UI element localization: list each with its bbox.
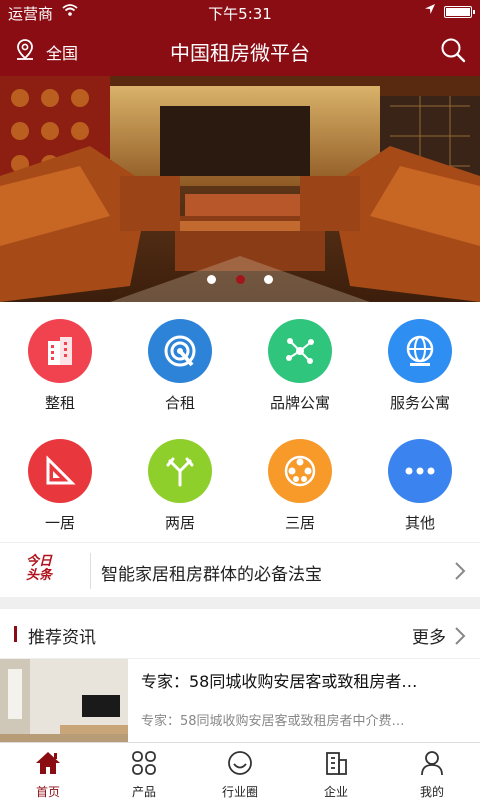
tab-company[interactable]: 企业 bbox=[288, 743, 384, 800]
tab-label: 我的 bbox=[419, 785, 444, 799]
tab-label: 首页 bbox=[35, 785, 60, 799]
carousel-dot-active[interactable] bbox=[235, 275, 245, 284]
smile-icon bbox=[228, 751, 252, 775]
headline-bar[interactable]: 今日 头条 智能家居租房群体的必备法宝 bbox=[0, 542, 480, 597]
category-label: 服务公寓 bbox=[389, 394, 450, 412]
carousel-dot[interactable] bbox=[207, 275, 217, 284]
clock: 下午5:31 bbox=[208, 5, 272, 23]
film-icon bbox=[268, 439, 332, 503]
battery-icon bbox=[444, 6, 475, 18]
category-label: 品牌公寓 bbox=[269, 394, 330, 412]
tab-label: 行业圈 bbox=[221, 785, 258, 799]
category-label: 整租 bbox=[44, 394, 75, 412]
search-icon[interactable] bbox=[440, 37, 466, 63]
page-title: 中国租房微平台 bbox=[170, 41, 310, 65]
category-grid: 整租 合租 品牌公寓 服务公寓 一居 两居 三居 其他 bbox=[0, 302, 480, 542]
section-accent-bar bbox=[14, 626, 17, 642]
tab-bar: 首页 产品 行业圈 企业 我的 bbox=[0, 742, 480, 800]
signal-icon bbox=[148, 319, 212, 383]
tab-mine[interactable]: 我的 bbox=[384, 743, 480, 800]
carousel-dots bbox=[0, 269, 480, 288]
tab-home[interactable]: 首页 bbox=[0, 743, 96, 800]
banner-carousel[interactable] bbox=[0, 76, 480, 302]
chevron-right-icon[interactable] bbox=[454, 626, 466, 650]
recommended-news-header: 推荐资讯 更多 bbox=[0, 609, 480, 659]
category-shared-rent[interactable]: 合租 bbox=[120, 302, 240, 422]
more-icon bbox=[388, 439, 452, 503]
chevron-right-icon bbox=[454, 561, 466, 585]
news-thumbnail bbox=[0, 659, 128, 742]
category-other[interactable]: 其他 bbox=[360, 422, 480, 542]
category-whole-rent[interactable]: 整租 bbox=[0, 302, 120, 422]
category-serviced-apartment[interactable]: 服务公寓 bbox=[360, 302, 480, 422]
category-label: 两居 bbox=[164, 514, 195, 532]
home-icon bbox=[36, 752, 60, 774]
category-three-bedroom[interactable]: 三居 bbox=[240, 422, 360, 542]
category-label: 其他 bbox=[404, 514, 435, 532]
company-icon bbox=[326, 752, 347, 775]
globe-icon bbox=[388, 319, 452, 383]
building-icon bbox=[28, 319, 92, 383]
news-item[interactable]: 专家：58同城收购安居客或致租房者… 专家：58同城收购安居客或致租房者中介费… bbox=[0, 659, 480, 742]
grid-icon bbox=[132, 751, 156, 775]
category-label: 一居 bbox=[44, 514, 75, 532]
tab-label: 企业 bbox=[323, 785, 348, 799]
category-one-bedroom[interactable]: 一居 bbox=[0, 422, 120, 542]
news-summary: 专家：58同城收购安居客或致租房者中介费… bbox=[141, 714, 405, 729]
user-icon bbox=[421, 751, 443, 776]
status-bar: 运营商 下午5:31 bbox=[0, 0, 480, 24]
divider bbox=[90, 553, 91, 589]
news-title[interactable]: 专家：58同城收购安居客或致租房者… bbox=[141, 668, 467, 692]
tab-label: 产品 bbox=[131, 785, 156, 799]
tab-products[interactable]: 产品 bbox=[96, 743, 192, 800]
network-icon bbox=[268, 319, 332, 383]
toutiao-logo: 今日 头条 bbox=[26, 554, 53, 583]
carousel-dot[interactable] bbox=[263, 275, 273, 284]
tab-industry[interactable]: 行业圈 bbox=[192, 743, 288, 800]
nav-bar: 全国 中国租房微平台 bbox=[0, 24, 480, 76]
ruler-icon bbox=[28, 439, 92, 503]
category-label: 合租 bbox=[164, 394, 195, 412]
category-brand-apartment[interactable]: 品牌公寓 bbox=[240, 302, 360, 422]
category-label: 三居 bbox=[284, 514, 315, 532]
antenna-icon bbox=[148, 439, 212, 503]
more-link[interactable]: 更多 bbox=[412, 623, 446, 648]
location-arrow-icon bbox=[424, 3, 436, 19]
section-title: 推荐资讯 bbox=[28, 628, 96, 648]
headline-text[interactable]: 智能家居租房群体的必备法宝 bbox=[101, 560, 322, 585]
category-two-bedroom[interactable]: 两居 bbox=[120, 422, 240, 542]
